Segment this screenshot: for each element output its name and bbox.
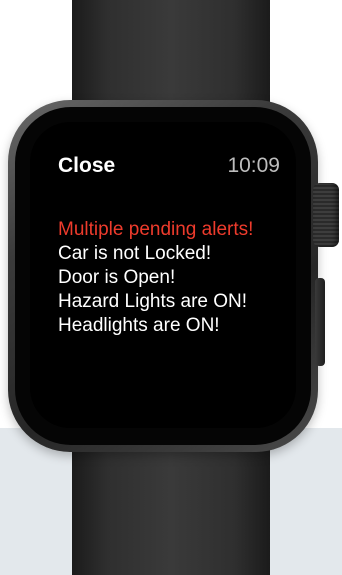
alert-item: Hazard Lights are ON!	[58, 291, 248, 312]
alert-item: Headlights are ON!	[58, 315, 220, 336]
watch-screen: Close 10:09 Multiple pending alerts! Car…	[30, 122, 296, 428]
alert-item: Car is not Locked!	[58, 243, 212, 264]
status-time: 10:09	[227, 154, 280, 177]
digital-crown[interactable]	[313, 183, 339, 247]
alert-item: Door is Open!	[58, 267, 176, 288]
alert-title: Multiple pending alerts!	[58, 219, 254, 240]
close-button[interactable]: Close	[58, 154, 115, 178]
side-button[interactable]	[315, 278, 325, 366]
alert-message: Multiple pending alerts! Car is not Lock…	[58, 218, 294, 338]
